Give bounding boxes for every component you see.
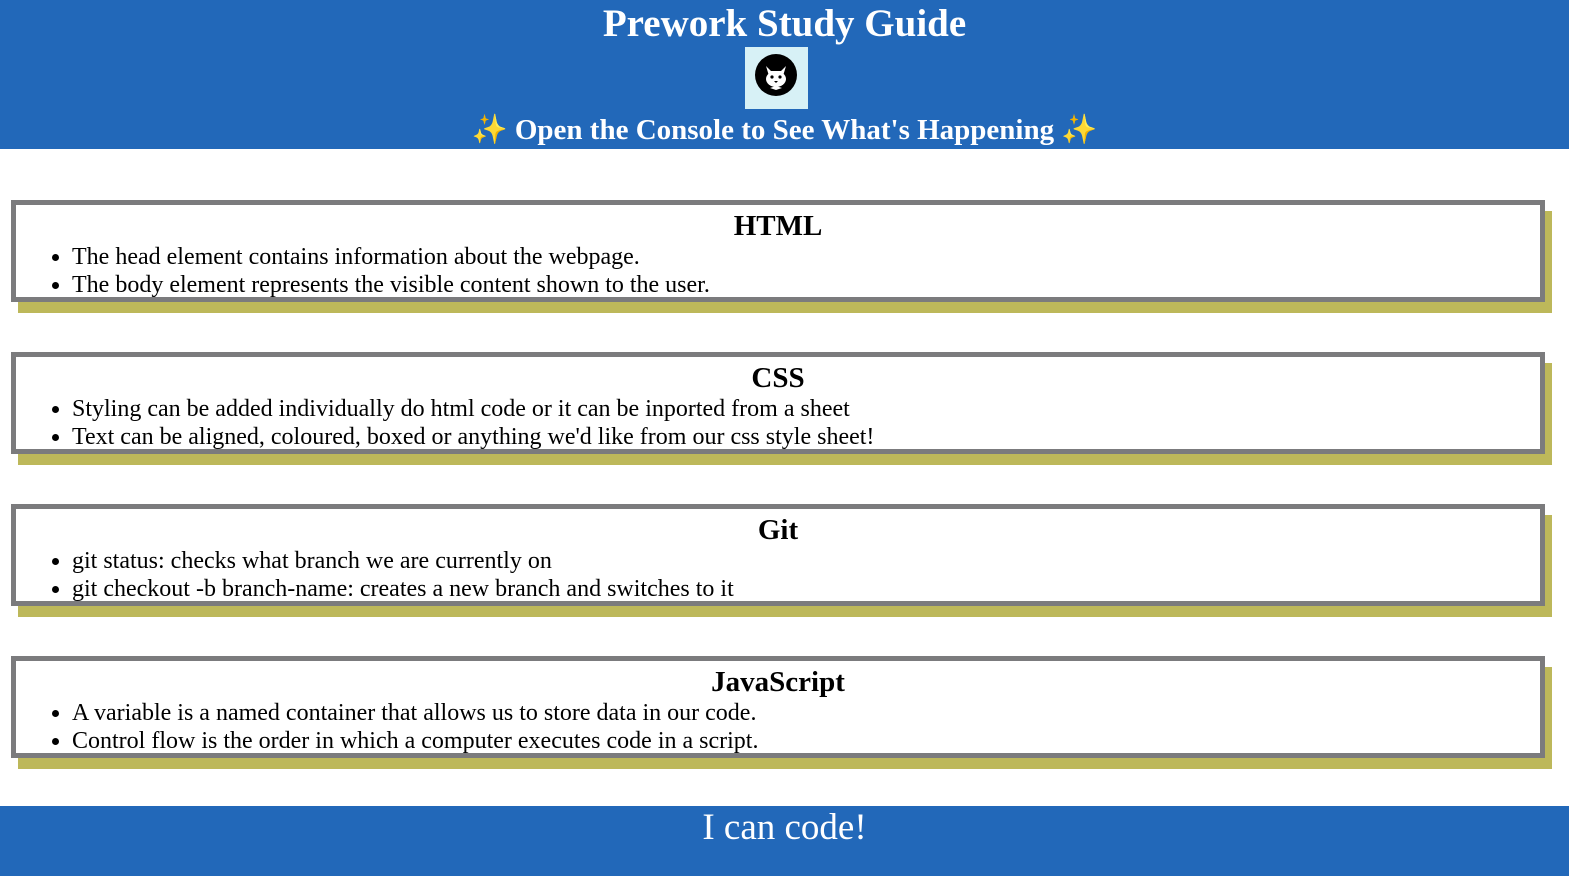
section-heading: JavaScript [711,666,845,698]
section-heading: CSS [751,362,805,394]
subtitle-text: Open the Console to See What's Happening [514,114,1055,146]
list-item: The body element represents the visible … [72,271,1540,299]
logo [745,47,808,109]
section-heading: Git [757,514,799,546]
sparkles-icon: ✨ [471,114,508,146]
list-item: Styling can be added individually do htm… [72,395,1540,423]
section-card-html: HTML The head element contains informati… [11,200,1545,302]
page-subtitle: ✨ Open the Console to See What's Happeni… [0,112,1569,148]
section-list: git status: checks what branch we are cu… [16,547,1540,603]
page-title: Prework Study Guide [602,2,967,45]
section-list: Styling can be added individually do htm… [16,395,1540,451]
section-card-git: Git git status: checks what branch we ar… [11,504,1545,606]
list-item: Text can be aligned, coloured, boxed or … [72,423,1540,451]
list-item: Control flow is the order in which a com… [72,727,1540,755]
section-card-css: CSS Styling can be added individually do… [11,352,1545,454]
section-list: The head element contains information ab… [16,243,1540,299]
footer-text: I can code! [702,807,867,848]
section-card-javascript: JavaScript A variable is a named contain… [11,656,1545,758]
page-header: Prework Study Guide ✨ Open the Console t… [0,0,1569,149]
list-item: The head element contains information ab… [72,243,1540,271]
list-item: A variable is a named container that all… [72,699,1540,727]
section-heading: HTML [733,210,823,242]
cat-face-icon [755,54,797,96]
list-item: git checkout -b branch-name: creates a n… [72,575,1540,603]
sparkles-icon: ✨ [1061,114,1098,146]
section-list: A variable is a named container that all… [16,699,1540,755]
page-footer: I can code! [0,806,1569,876]
list-item: git status: checks what branch we are cu… [72,547,1540,575]
